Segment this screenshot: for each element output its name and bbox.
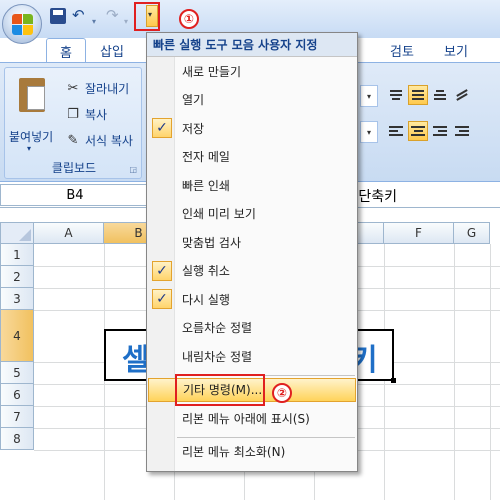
align-left-icon[interactable] (386, 121, 406, 141)
text-orientation-icon[interactable] (452, 85, 472, 105)
align-center-icon[interactable] (408, 121, 428, 141)
customize-qat-menu: 빠른 실행 도구 모음 사용자 지정 새로 만들기열기 ✓ 저장전자 메일빠른 인쇄… (146, 32, 358, 472)
menu-item[interactable]: 전자 메일 (148, 145, 356, 169)
menu-item[interactable]: ✓ 저장 (148, 116, 356, 140)
menu-item[interactable]: 리본 메뉴 최소화(N) (148, 440, 356, 464)
fill-color-dropdown[interactable]: ▾ (360, 121, 378, 143)
horizontal-align-group (386, 121, 472, 141)
format-painter-button[interactable]: ✎ 서식 복사 (65, 132, 133, 149)
menu-item-label: 맞춤법 검사 (182, 235, 242, 250)
row-header[interactable]: 8 (0, 428, 34, 450)
menu-item-label: 새로 만들기 (182, 64, 242, 79)
copy-button[interactable]: ❐ 복사 (65, 106, 107, 123)
align-bottom-icon[interactable] (430, 85, 450, 105)
menu-item[interactable]: 인쇄 미리 보기 (148, 202, 356, 226)
checkmark-icon: ✓ (152, 260, 172, 281)
checkmark-icon: ✓ (152, 118, 172, 138)
annotation-callout-1: ① (179, 9, 199, 29)
column-header[interactable]: G (454, 222, 490, 244)
paste-icon[interactable] (19, 78, 45, 112)
copy-label: 복사 (85, 108, 108, 122)
undo-icon[interactable]: ↶ (72, 5, 85, 25)
font-size-dropdown[interactable]: ▾ (360, 85, 378, 107)
menu-item[interactable]: 열기 (148, 88, 356, 112)
copy-icon: ❐ (67, 107, 79, 122)
menu-item[interactable]: 맞춤법 검사 (148, 230, 356, 254)
column-header[interactable]: A (34, 222, 104, 244)
dialog-launcher-icon[interactable]: ◲ (129, 165, 137, 174)
cut-label: 잘라내기 (85, 82, 130, 96)
gridline-vertical (490, 244, 491, 500)
format-painter-label: 서식 복사 (85, 134, 133, 148)
office-logo-icon (12, 14, 34, 36)
redo-dropdown-icon[interactable]: ▾ (124, 11, 128, 31)
menu-item-label: 인쇄 미리 보기 (182, 207, 256, 221)
menu-separator (177, 436, 355, 438)
undo-dropdown-icon[interactable]: ▾ (92, 11, 96, 31)
menu-item[interactable]: ✓ 실행 취소 (148, 259, 356, 283)
menu-item[interactable]: ✓ 다시 실행 (148, 287, 356, 311)
paste-button[interactable]: 붙여넣기 (9, 128, 53, 145)
cut-button[interactable]: ✂ 잘라내기 (65, 80, 130, 97)
save-icon[interactable] (50, 8, 66, 24)
checkmark-icon: ✓ (152, 289, 172, 309)
menu-item-label: 실행 취소 (182, 264, 230, 278)
menu-item-label: 저장 (182, 121, 205, 136)
tab-insert[interactable]: 삽입 (92, 38, 132, 62)
menu-item-label: 열기 (182, 93, 205, 107)
clipboard-group: 붙여넣기 ▾ ✂ 잘라내기 ❐ 복사 ✎ 서식 복사 클립보드 ◲ (4, 67, 142, 179)
scissors-icon: ✂ (67, 81, 79, 96)
menu-item-label: 리본 메뉴 아래에 표시(S) (182, 411, 310, 426)
row-header[interactable]: 4 (0, 310, 34, 362)
brush-icon: ✎ (67, 133, 79, 148)
chevron-down-icon: ▾ (366, 91, 371, 101)
row-header[interactable]: 7 (0, 406, 34, 428)
align-right-icon[interactable] (430, 121, 450, 141)
menu-item[interactable]: 리본 메뉴 아래에 표시(S) (148, 406, 356, 430)
fill-handle[interactable] (391, 378, 396, 383)
row-header[interactable]: 5 (0, 362, 34, 384)
redo-icon[interactable]: ↷ (106, 5, 119, 25)
align-top-icon[interactable] (386, 85, 406, 105)
annotation-box-2 (175, 374, 265, 406)
column-header[interactable]: F (384, 222, 454, 244)
row-header[interactable]: 6 (0, 384, 34, 406)
annotation-box-1 (134, 2, 160, 31)
menu-item-label: 리본 메뉴 최소화(N) (182, 445, 286, 459)
menu-item-label: 빠른 인쇄 (182, 178, 230, 193)
menu-item[interactable]: 오름차순 정렬 (148, 316, 356, 340)
menu-item[interactable]: 빠른 인쇄 (148, 173, 356, 197)
select-all-button[interactable] (0, 222, 34, 244)
vertical-align-group (386, 85, 472, 105)
annotation-callout-2: ② (272, 383, 292, 403)
menu-item-label: 다시 실행 (182, 292, 230, 307)
chevron-down-icon[interactable]: ▾ (27, 144, 31, 153)
tab-view[interactable]: 보기 (436, 38, 476, 62)
menu-item-label: 오름차순 정렬 (182, 321, 253, 335)
row-header[interactable]: 1 (0, 244, 34, 266)
align-middle-icon[interactable] (408, 85, 428, 105)
indent-icon[interactable] (452, 121, 472, 141)
menu-item-label: 내림차순 정렬 (182, 349, 253, 364)
tab-review[interactable]: 검토 (382, 38, 422, 62)
menu-item[interactable]: 새로 만들기 (148, 59, 356, 83)
group-label: 클립보드 (51, 161, 97, 175)
chevron-down-icon: ▾ (366, 127, 371, 137)
name-box[interactable]: B4 (0, 184, 150, 206)
menu-header: 빠른 실행 도구 모음 사용자 지정 (147, 33, 357, 57)
gridline-vertical (454, 244, 455, 500)
menu-item[interactable]: 내림차순 정렬 (148, 344, 356, 368)
office-button[interactable] (2, 4, 42, 44)
tab-home[interactable]: 홈 (46, 38, 86, 63)
menu-item-label: 전자 메일 (182, 150, 230, 164)
row-header[interactable]: 2 (0, 266, 34, 288)
row-header[interactable]: 3 (0, 288, 34, 310)
